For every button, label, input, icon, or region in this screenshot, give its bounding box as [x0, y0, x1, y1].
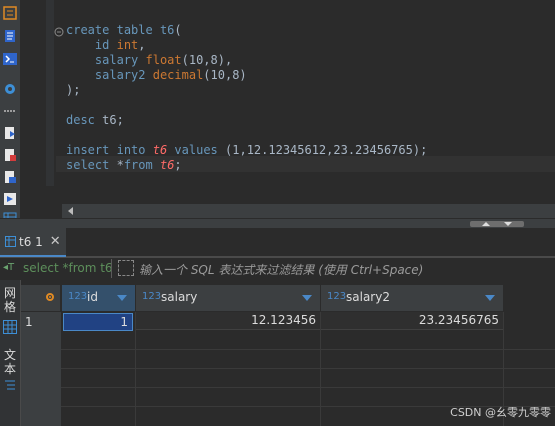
sql-code[interactable]: create table t6( id int, salary float(10… — [66, 23, 427, 173]
numeric-type-icon: 123 — [68, 291, 88, 302]
text-view-tab[interactable]: 文本 — [2, 348, 18, 376]
table-cell-salary[interactable]: 12.123456 — [136, 312, 321, 330]
chevron-up-icon[interactable] — [482, 222, 490, 226]
column-header-salary2[interactable]: 123 salary2 — [321, 285, 504, 311]
sort-icon[interactable] — [117, 295, 127, 301]
code-line-9: insert into t6 values (1,12.12345612,23.… — [66, 143, 428, 157]
file-delete-icon[interactable] — [3, 148, 17, 162]
table-cell-id[interactable]: 1 — [63, 313, 133, 331]
row-number[interactable]: 1 — [25, 315, 33, 329]
tab-label: t6 1 — [19, 234, 43, 249]
table-cell-salary2[interactable]: 23.23456765 — [321, 312, 504, 330]
filter-query-text[interactable]: select *from t6 — [23, 261, 113, 275]
numeric-type-icon: 123 — [327, 291, 347, 302]
tab-t6-1[interactable]: t6 1 ✕ — [0, 228, 66, 257]
grid-tab-icon — [5, 236, 16, 247]
expand-filter-icon[interactable] — [118, 260, 134, 276]
splitter-toggle-button[interactable] — [470, 221, 524, 227]
filter-separator — [111, 259, 112, 278]
code-line-10: select *from t6; — [66, 158, 182, 172]
gear-icon[interactable] — [3, 82, 17, 96]
grid-line — [135, 312, 136, 426]
code-line-7: desc t6; — [66, 113, 124, 127]
grid-view-tab[interactable]: 网格 — [2, 286, 18, 314]
column-header-salary[interactable]: 123 salary — [136, 285, 321, 311]
column-header-label: salary2 — [346, 290, 390, 304]
grid-corner[interactable] — [21, 285, 61, 311]
code-line-4: salary2 decimal(10,8) — [94, 68, 247, 82]
fold-marker-icon[interactable] — [54, 26, 64, 37]
editor-icon[interactable] — [3, 29, 17, 43]
code-line-1: create table t6( — [66, 23, 182, 37]
column-header-label: salary — [161, 290, 198, 304]
database-icon[interactable] — [3, 6, 17, 20]
grid-line — [320, 312, 321, 426]
code-line-3: salary float(10,8), — [94, 53, 233, 67]
watermark: CSDN @幺零九零零 — [450, 406, 551, 419]
file-export-icon[interactable] — [3, 126, 17, 140]
column-header-label: id — [87, 290, 98, 304]
more-icon[interactable] — [3, 104, 17, 118]
editor-horizontal-scrollbar[interactable] — [62, 204, 555, 218]
code-line-2: id int, — [94, 38, 146, 52]
left-toolbar — [0, 0, 20, 228]
filter-bar: ◂T select *from t6 输入一个 SQL 表达式来过滤结果 (使用… — [0, 257, 555, 281]
run-icon[interactable] — [3, 192, 17, 206]
result-tab-strip: t6 1 ✕ — [0, 228, 555, 257]
file-import-icon[interactable] — [3, 170, 17, 184]
grid-view-icon[interactable] — [3, 320, 17, 334]
gutter-bar — [46, 0, 54, 186]
console-icon[interactable] — [3, 52, 17, 66]
close-icon[interactable]: ✕ — [50, 234, 61, 249]
column-header-id[interactable]: 123 id — [62, 285, 136, 311]
numeric-type-icon: 123 — [142, 291, 162, 302]
record-view-icon[interactable] — [3, 378, 17, 392]
result-view-switcher: 网格 文本 — [0, 280, 21, 426]
scroll-left-icon[interactable] — [68, 207, 73, 215]
filter-input[interactable]: 输入一个 SQL 表达式来过滤结果 (使用 Ctrl+Space) — [139, 261, 423, 278]
sql-filter-icon[interactable]: ◂T — [3, 262, 14, 273]
code-line-5: ); — [66, 83, 81, 97]
row-select-icon[interactable] — [46, 293, 54, 301]
row-number-column: 1 — [21, 312, 61, 426]
sort-icon[interactable] — [302, 295, 312, 301]
sort-icon[interactable] — [485, 295, 495, 301]
chevron-down-icon[interactable] — [504, 222, 512, 226]
